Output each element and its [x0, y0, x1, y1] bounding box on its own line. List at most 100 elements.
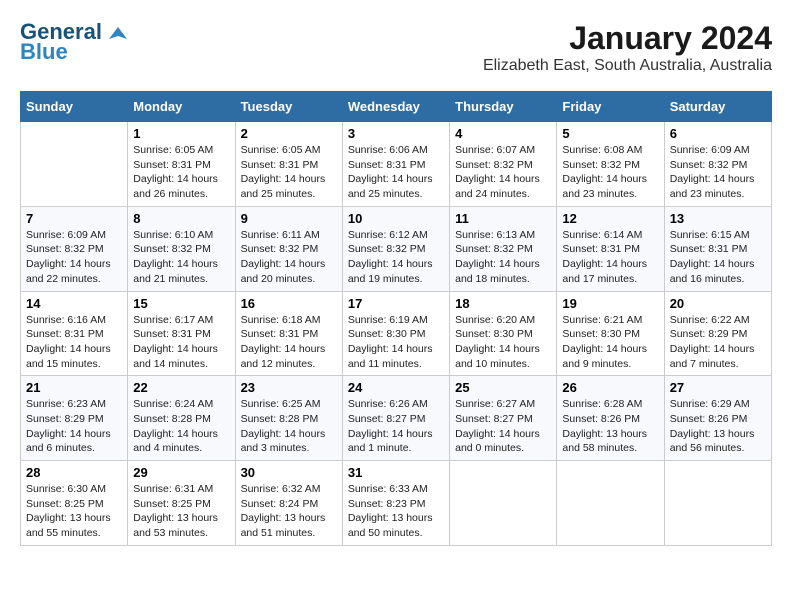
calendar-cell: 22Sunrise: 6:24 AM Sunset: 8:28 PM Dayli… [128, 376, 235, 461]
day-info: Sunrise: 6:09 AM Sunset: 8:32 PM Dayligh… [26, 228, 122, 287]
day-info: Sunrise: 6:11 AM Sunset: 8:32 PM Dayligh… [241, 228, 337, 287]
day-info: Sunrise: 6:08 AM Sunset: 8:32 PM Dayligh… [562, 143, 658, 202]
day-info: Sunrise: 6:22 AM Sunset: 8:29 PM Dayligh… [670, 313, 766, 372]
day-number: 4 [455, 126, 551, 141]
calendar-cell: 27 Sunrise: 6:29 AM Sunset: 8:26 PM Dayli… [664, 376, 771, 461]
calendar-cell: 18 Sunrise: 6:20 AM Sunset: 8:30 PM Dayli… [450, 291, 557, 376]
calendar-cell: 26 Sunrise: 6:28 AM Sunset: 8:26 PM Dayli… [557, 376, 664, 461]
calendar-header-row: SundayMondayTuesdayWednesdayThursdayFrid… [21, 92, 772, 122]
day-info: Sunrise: 6:18 AM Sunset: 8:31 PM Dayligh… [241, 313, 337, 372]
day-info: Sunrise: 6:16 AM Sunset: 8:31 PM Dayligh… [26, 313, 122, 372]
logo: General Blue [20, 20, 127, 64]
calendar-week-row: 28 Sunrise: 6:30 AM Sunset: 8:25 PM Dayli… [21, 461, 772, 546]
calendar-cell: 21Sunrise: 6:23 AM Sunset: 8:29 PM Dayli… [21, 376, 128, 461]
day-number: 17 [348, 296, 444, 311]
calendar-header-saturday: Saturday [664, 92, 771, 122]
day-info: Sunrise: 6:19 AM Sunset: 8:30 PM Dayligh… [348, 313, 444, 372]
calendar-header-monday: Monday [128, 92, 235, 122]
calendar-cell: 2 Sunrise: 6:05 AM Sunset: 8:31 PM Daylig… [235, 122, 342, 207]
day-info: Sunrise: 6:33 AM Sunset: 8:23 PM Dayligh… [348, 482, 444, 541]
calendar-cell: 20Sunrise: 6:22 AM Sunset: 8:29 PM Dayli… [664, 291, 771, 376]
day-info: Sunrise: 6:30 AM Sunset: 8:25 PM Dayligh… [26, 482, 122, 541]
day-number: 22 [133, 380, 229, 395]
day-info: Sunrise: 6:29 AM Sunset: 8:26 PM Dayligh… [670, 397, 766, 456]
day-number: 3 [348, 126, 444, 141]
calendar-cell: 5 Sunrise: 6:08 AM Sunset: 8:32 PM Daylig… [557, 122, 664, 207]
calendar-cell: 10 Sunrise: 6:12 AM Sunset: 8:32 PM Dayli… [342, 206, 449, 291]
calendar-week-row: 21Sunrise: 6:23 AM Sunset: 8:29 PM Dayli… [21, 376, 772, 461]
day-number: 10 [348, 211, 444, 226]
calendar-week-row: 1 Sunrise: 6:05 AM Sunset: 8:31 PM Daylig… [21, 122, 772, 207]
calendar-cell: 15 Sunrise: 6:17 AM Sunset: 8:31 PM Dayli… [128, 291, 235, 376]
calendar-cell: 11 Sunrise: 6:13 AM Sunset: 8:32 PM Dayli… [450, 206, 557, 291]
calendar-cell: 24Sunrise: 6:26 AM Sunset: 8:27 PM Dayli… [342, 376, 449, 461]
day-number: 26 [562, 380, 658, 395]
page-title: January 2024 [483, 20, 772, 57]
calendar-header-wednesday: Wednesday [342, 92, 449, 122]
day-info: Sunrise: 6:17 AM Sunset: 8:31 PM Dayligh… [133, 313, 229, 372]
day-info: Sunrise: 6:14 AM Sunset: 8:31 PM Dayligh… [562, 228, 658, 287]
day-number: 1 [133, 126, 229, 141]
day-info: Sunrise: 6:05 AM Sunset: 8:31 PM Dayligh… [133, 143, 229, 202]
calendar-header-sunday: Sunday [21, 92, 128, 122]
day-number: 25 [455, 380, 551, 395]
calendar-week-row: 14 Sunrise: 6:16 AM Sunset: 8:31 PM Dayli… [21, 291, 772, 376]
day-info: Sunrise: 6:28 AM Sunset: 8:26 PM Dayligh… [562, 397, 658, 456]
day-number: 28 [26, 465, 122, 480]
calendar-cell: 9 Sunrise: 6:11 AM Sunset: 8:32 PM Daylig… [235, 206, 342, 291]
day-number: 15 [133, 296, 229, 311]
calendar-cell [21, 122, 128, 207]
day-info: Sunrise: 6:31 AM Sunset: 8:25 PM Dayligh… [133, 482, 229, 541]
calendar-cell [664, 461, 771, 546]
day-info: Sunrise: 6:15 AM Sunset: 8:31 PM Dayligh… [670, 228, 766, 287]
day-number: 18 [455, 296, 551, 311]
calendar-cell: 29 Sunrise: 6:31 AM Sunset: 8:25 PM Dayli… [128, 461, 235, 546]
calendar-cell [450, 461, 557, 546]
day-info: Sunrise: 6:27 AM Sunset: 8:27 PM Dayligh… [455, 397, 551, 456]
day-info: Sunrise: 6:13 AM Sunset: 8:32 PM Dayligh… [455, 228, 551, 287]
calendar-cell: 28 Sunrise: 6:30 AM Sunset: 8:25 PM Dayli… [21, 461, 128, 546]
day-number: 12 [562, 211, 658, 226]
calendar-cell: 31 Sunrise: 6:33 AM Sunset: 8:23 PM Dayli… [342, 461, 449, 546]
calendar-header-tuesday: Tuesday [235, 92, 342, 122]
day-number: 14 [26, 296, 122, 311]
calendar-cell: 4Sunrise: 6:07 AM Sunset: 8:32 PM Daylig… [450, 122, 557, 207]
calendar-cell: 14 Sunrise: 6:16 AM Sunset: 8:31 PM Dayli… [21, 291, 128, 376]
day-number: 27 [670, 380, 766, 395]
day-info: Sunrise: 6:23 AM Sunset: 8:29 PM Dayligh… [26, 397, 122, 456]
calendar-cell: 13 Sunrise: 6:15 AM Sunset: 8:31 PM Dayli… [664, 206, 771, 291]
day-number: 23 [241, 380, 337, 395]
logo-blue: Blue [20, 40, 127, 64]
calendar-cell: 7Sunrise: 6:09 AM Sunset: 8:32 PM Daylig… [21, 206, 128, 291]
calendar-cell: 17 Sunrise: 6:19 AM Sunset: 8:30 PM Dayli… [342, 291, 449, 376]
day-info: Sunrise: 6:09 AM Sunset: 8:32 PM Dayligh… [670, 143, 766, 202]
calendar-table: SundayMondayTuesdayWednesdayThursdayFrid… [20, 91, 772, 546]
calendar-header-friday: Friday [557, 92, 664, 122]
day-number: 5 [562, 126, 658, 141]
calendar-cell: 12 Sunrise: 6:14 AM Sunset: 8:31 PM Dayli… [557, 206, 664, 291]
title-block: January 2024 Elizabeth East, South Austr… [483, 20, 772, 75]
calendar-cell: 23Sunrise: 6:25 AM Sunset: 8:28 PM Dayli… [235, 376, 342, 461]
calendar-cell: 19Sunrise: 6:21 AM Sunset: 8:30 PM Dayli… [557, 291, 664, 376]
day-number: 29 [133, 465, 229, 480]
calendar-header-thursday: Thursday [450, 92, 557, 122]
day-info: Sunrise: 6:10 AM Sunset: 8:32 PM Dayligh… [133, 228, 229, 287]
day-info: Sunrise: 6:26 AM Sunset: 8:27 PM Dayligh… [348, 397, 444, 456]
day-number: 13 [670, 211, 766, 226]
day-number: 8 [133, 211, 229, 226]
calendar-cell: 1 Sunrise: 6:05 AM Sunset: 8:31 PM Daylig… [128, 122, 235, 207]
day-info: Sunrise: 6:05 AM Sunset: 8:31 PM Dayligh… [241, 143, 337, 202]
day-info: Sunrise: 6:20 AM Sunset: 8:30 PM Dayligh… [455, 313, 551, 372]
calendar-cell: 16Sunrise: 6:18 AM Sunset: 8:31 PM Dayli… [235, 291, 342, 376]
day-number: 31 [348, 465, 444, 480]
day-number: 30 [241, 465, 337, 480]
day-number: 19 [562, 296, 658, 311]
calendar-cell: 30Sunrise: 6:32 AM Sunset: 8:24 PM Dayli… [235, 461, 342, 546]
day-number: 9 [241, 211, 337, 226]
calendar-week-row: 7Sunrise: 6:09 AM Sunset: 8:32 PM Daylig… [21, 206, 772, 291]
day-number: 11 [455, 211, 551, 226]
day-number: 6 [670, 126, 766, 141]
day-info: Sunrise: 6:12 AM Sunset: 8:32 PM Dayligh… [348, 228, 444, 287]
page-header: General Blue January 2024 Elizabeth East… [20, 20, 772, 75]
day-number: 2 [241, 126, 337, 141]
